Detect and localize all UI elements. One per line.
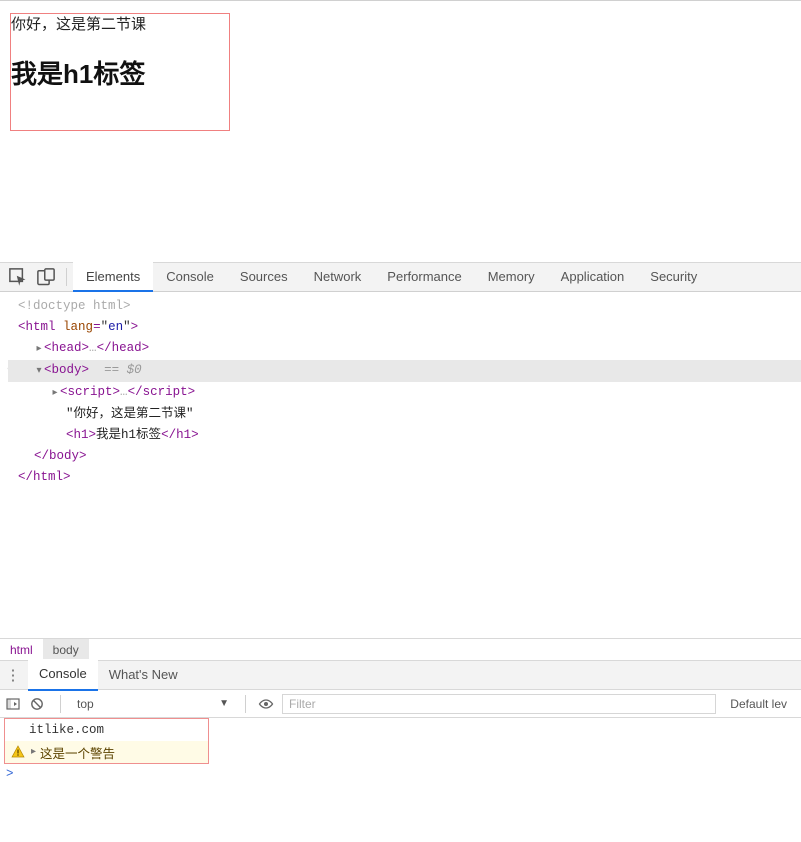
- dom-body-close[interactable]: </body>: [8, 446, 801, 467]
- console-levels-selector[interactable]: Default lev: [722, 697, 795, 711]
- live-expression-icon[interactable]: [258, 698, 276, 710]
- drawer-menu-icon[interactable]: ⋮: [4, 666, 22, 684]
- crumb-body[interactable]: body: [43, 639, 89, 661]
- tab-application[interactable]: Application: [548, 262, 638, 292]
- console-prompt[interactable]: >: [0, 764, 801, 784]
- tab-sources[interactable]: Sources: [227, 262, 301, 292]
- devtools-tabs: Elements Console Sources Network Perform…: [73, 262, 710, 292]
- console-warn-text: 这是一个警告: [40, 743, 115, 762]
- elements-dom-tree[interactable]: <!doctype html> <html lang="en"> ▸<head>…: [0, 292, 801, 638]
- console-separator: [60, 695, 61, 713]
- dom-text-node[interactable]: "你好，这是第二节课": [8, 404, 801, 425]
- console-warn-row[interactable]: ▸ 这是一个警告: [5, 741, 208, 763]
- device-toggle-icon[interactable]: [36, 267, 56, 287]
- console-context-label: top: [77, 697, 94, 711]
- chevron-down-icon: ▼: [219, 698, 233, 709]
- warning-icon: [11, 745, 25, 759]
- tab-elements[interactable]: Elements: [73, 262, 153, 292]
- dom-h1[interactable]: <h1>我是h1标签</h1>: [8, 425, 801, 446]
- drawer-tabs: ⋮ Console What's New: [0, 660, 801, 690]
- dom-script[interactable]: ▸<script>…</script>: [8, 382, 801, 404]
- dom-html-close[interactable]: </html>: [8, 467, 801, 488]
- elements-breadcrumbs: html body: [0, 638, 801, 660]
- tab-performance[interactable]: Performance: [374, 262, 474, 292]
- console-filter-input[interactable]: Filter: [282, 694, 716, 714]
- drawer-tab-whatsnew[interactable]: What's New: [98, 660, 189, 690]
- console-filter-placeholder: Filter: [289, 697, 316, 711]
- console-toolbar: top ▼ Filter Default lev: [0, 690, 801, 718]
- page-h1: 我是h1标签: [11, 54, 229, 91]
- page-viewport: 你好，这是第二节课 我是h1标签: [0, 0, 801, 262]
- console-log-text: itlike.com: [11, 723, 104, 737]
- dom-head[interactable]: ▸<head>…</head>: [8, 338, 801, 360]
- console-context-selector[interactable]: top ▼: [73, 697, 233, 711]
- devtools-toolbar: Elements Console Sources Network Perform…: [0, 262, 801, 292]
- drawer-tab-console[interactable]: Console: [28, 659, 98, 691]
- crumb-html[interactable]: html: [0, 639, 43, 661]
- tab-console[interactable]: Console: [153, 262, 227, 292]
- console-log-row[interactable]: itlike.com: [5, 719, 208, 741]
- tab-security[interactable]: Security: [637, 262, 710, 292]
- console-output: itlike.com ▸ 这是一个警告 >: [0, 718, 801, 784]
- page-body-highlight: 你好，这是第二节课 我是h1标签: [10, 13, 230, 131]
- tab-memory[interactable]: Memory: [475, 262, 548, 292]
- console-highlight-box: itlike.com ▸ 这是一个警告: [4, 718, 209, 764]
- toolbar-separator: [66, 268, 67, 286]
- expand-icon[interactable]: ▸: [31, 746, 36, 758]
- page-text: 你好，这是第二节课: [11, 14, 229, 36]
- console-separator-2: [245, 695, 246, 713]
- dom-body-open[interactable]: ▾<body> == $0: [8, 360, 801, 382]
- dom-doctype: <!doctype html>: [18, 299, 131, 313]
- dom-html-open[interactable]: <html lang="en">: [8, 317, 801, 338]
- inspect-icon[interactable]: [8, 267, 28, 287]
- console-sidebar-toggle-icon[interactable]: [6, 697, 24, 711]
- console-selected-marker: == $0: [104, 363, 142, 377]
- tab-network[interactable]: Network: [301, 262, 375, 292]
- clear-console-icon[interactable]: [30, 697, 48, 711]
